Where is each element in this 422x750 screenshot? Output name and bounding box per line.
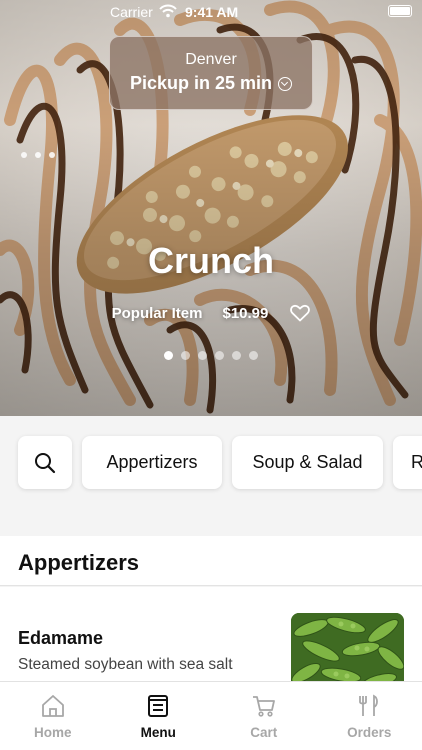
hero-meta: Popular Item $10.99 <box>0 304 422 322</box>
pickup-eta-label: Pickup in 25 min <box>129 73 273 93</box>
tab-orders[interactable]: Orders <box>317 682 422 750</box>
cart-icon <box>252 696 275 717</box>
heart-icon[interactable] <box>290 304 311 322</box>
tab-orders-label: Orders <box>347 725 392 740</box>
category-chip-soup-salad[interactable]: Soup & Salad <box>232 436 383 489</box>
popular-tag: Popular Item <box>111 304 203 322</box>
menu-item[interactable]: Edamame Steamed soybean with sea salt <box>0 587 422 689</box>
search-button[interactable] <box>18 436 72 489</box>
pager-dot[interactable] <box>181 351 190 360</box>
search-icon <box>35 452 56 473</box>
dot <box>49 152 55 158</box>
hero-side-dots <box>21 152 55 158</box>
screen: Carrier 9:41 AM Denver Pickup in 25 min … <box>0 0 422 750</box>
category-chip-appertizers[interactable]: Appertizers <box>82 436 222 489</box>
dot <box>21 152 27 158</box>
hero-pager[interactable] <box>0 351 422 360</box>
pager-dot[interactable] <box>249 351 258 360</box>
tab-menu-label: Menu <box>140 725 176 740</box>
pickup-eta: Pickup in 25 min <box>110 73 312 94</box>
dot <box>35 152 41 158</box>
tab-cart[interactable]: Cart <box>211 682 317 750</box>
tab-menu[interactable]: Menu <box>106 682 212 750</box>
wifi-icon <box>159 4 177 18</box>
tab-home-label: Home <box>33 725 72 740</box>
battery-icon <box>388 5 412 17</box>
clock: 9:41 AM <box>185 4 239 20</box>
hero-title: Crunch <box>148 240 274 281</box>
item-name: Edamame <box>18 628 104 648</box>
location-selector[interactable]: Denver Pickup in 25 min <box>109 36 313 110</box>
category-chip-next[interactable]: R <box>393 436 422 489</box>
section-title: Appertizers <box>18 550 140 575</box>
category-strip: Appertizers Soup & Salad R <box>0 416 422 508</box>
menu-icon <box>148 695 169 717</box>
section-header: Appertizers <box>0 536 422 586</box>
pager-dot[interactable] <box>198 351 207 360</box>
tab-cart-label: Cart <box>250 725 278 740</box>
tab-bar: Home Menu Cart Orders <box>0 681 422 750</box>
pager-dot[interactable] <box>232 351 241 360</box>
hero-banner[interactable]: Carrier 9:41 AM Denver Pickup in 25 min … <box>0 0 422 416</box>
hero-price: $10.99 <box>222 304 269 322</box>
carrier-label: Carrier <box>110 4 153 20</box>
chevron-down-icon <box>278 76 293 91</box>
pager-dot[interactable] <box>215 351 224 360</box>
item-image <box>291 613 404 689</box>
fork-knife-icon <box>359 694 379 716</box>
item-description: Steamed soybean with sea salt <box>18 656 233 673</box>
home-icon <box>41 695 64 717</box>
status-bar: Carrier 9:41 AM <box>0 0 422 24</box>
edamame-image <box>291 613 404 689</box>
tab-home[interactable]: Home <box>0 682 106 750</box>
location-city: Denver <box>185 51 237 68</box>
pager-dot[interactable] <box>164 351 173 360</box>
